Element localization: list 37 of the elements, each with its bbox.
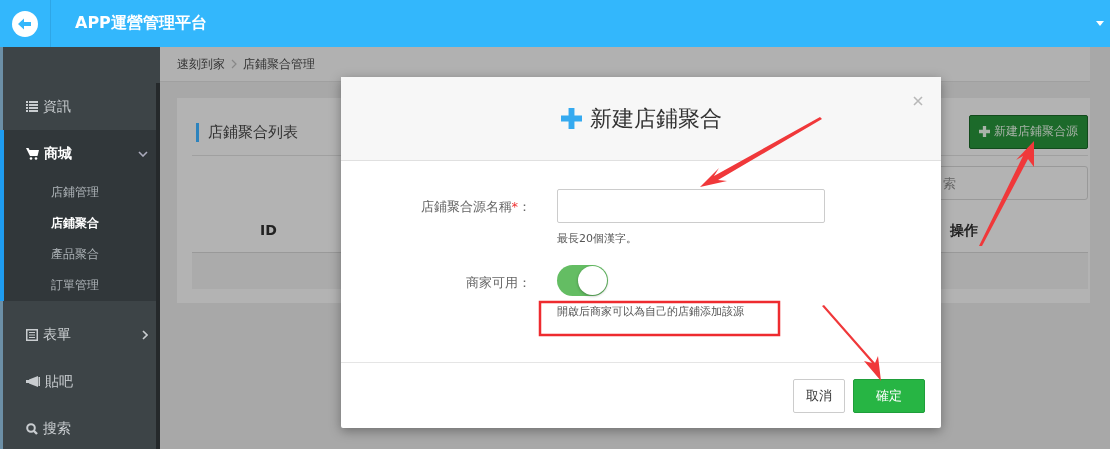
close-icon[interactable] [913, 96, 923, 106]
back-icon[interactable] [12, 10, 38, 37]
chevron-right-icon [142, 329, 148, 340]
new-button[interactable]: 新建店鋪聚合源 [969, 114, 1088, 149]
chevron-down-icon [138, 150, 148, 157]
list-icon [26, 101, 38, 112]
submenu-item[interactable]: 店鋪管理 [4, 177, 160, 208]
submenu-item[interactable]: 訂單管理 [4, 270, 160, 301]
cart-icon [26, 147, 39, 160]
plus-icon [979, 126, 990, 137]
sidebar-item[interactable]: 搜索 [3, 405, 160, 449]
app-title: APP運營管理平台 [75, 13, 207, 34]
field-label: 商家可用： [465, 274, 532, 292]
column-header: 操作 [950, 222, 978, 240]
sidebar-item[interactable]: 商城 [4, 130, 160, 177]
sidebar-item[interactable]: 資訊 [3, 83, 160, 130]
toggle-switch[interactable] [557, 265, 608, 296]
hint-text: 開啟后商家可以為自己的店鋪添加該源 [557, 304, 744, 319]
sidebar-item[interactable]: 表單 [3, 311, 160, 358]
hint-text: 最長20個漢字。 [557, 231, 637, 246]
breadcrumb-link[interactable]: 速刻到家 [177, 55, 225, 73]
cancel-button[interactable]: 取消 [793, 378, 845, 413]
chevron-right-icon [231, 59, 237, 69]
field-label: 店鋪聚合源名稱*： [419, 198, 532, 216]
card-title: 店鋪聚合列表 [196, 123, 298, 142]
submenu-item[interactable]: 店鋪聚合 [4, 208, 160, 239]
search-icon [26, 422, 38, 435]
name-input[interactable] [557, 189, 825, 223]
breadcrumb-link[interactable]: 店鋪聚合管理 [243, 55, 315, 73]
dialog-title: 新建店鋪聚合 [589, 104, 722, 133]
megaphone-icon [26, 376, 40, 387]
sidebar-item[interactable]: 貼吧 [3, 358, 160, 405]
column-header: ID [260, 222, 277, 238]
form-icon [26, 328, 38, 341]
caret-icon[interactable] [1096, 21, 1104, 26]
plus-icon [560, 108, 582, 129]
submenu-item[interactable]: 產品聚合 [4, 239, 160, 270]
